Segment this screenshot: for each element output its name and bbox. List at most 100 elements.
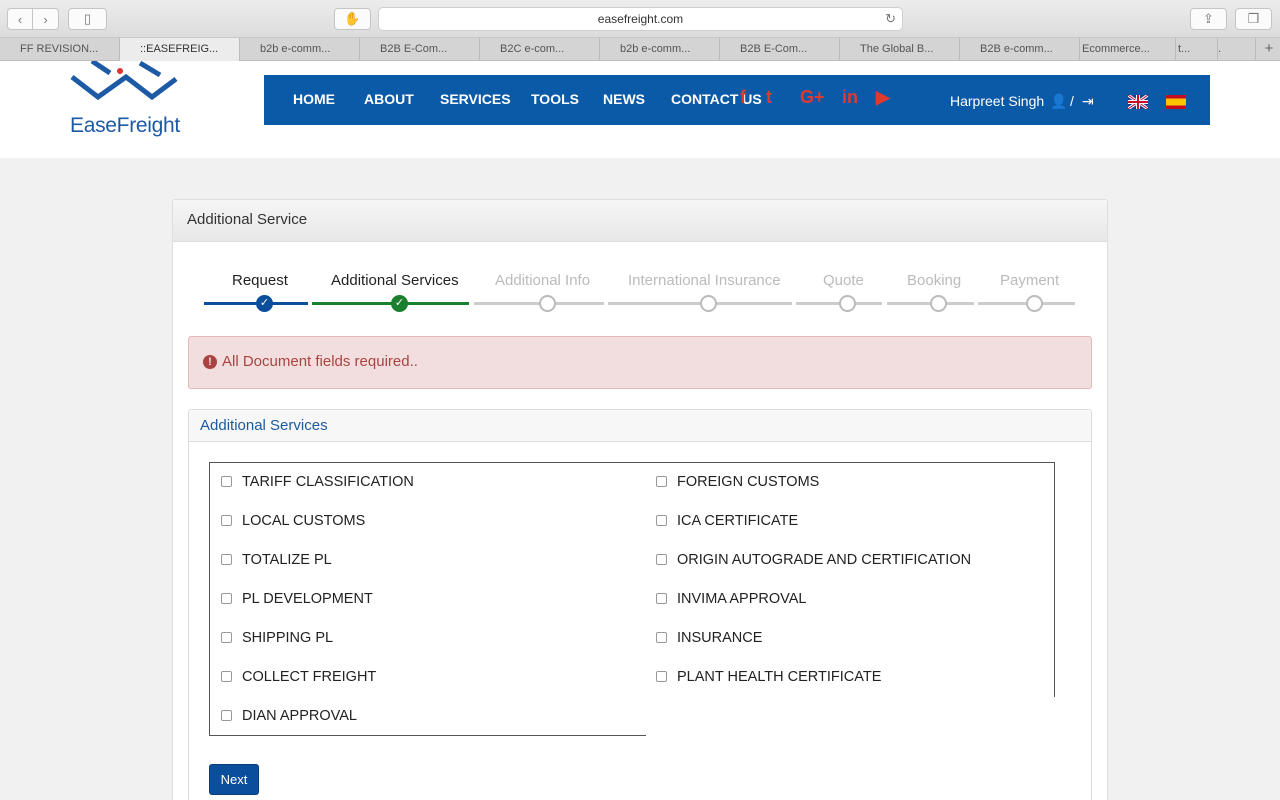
service-local-customs[interactable]: LOCAL CUSTOMS [221,513,365,529]
browser-tab[interactable]: B2B E-Com... [360,38,480,61]
google-plus-icon[interactable]: G+ [800,87,825,108]
nav-about[interactable]: ABOUT [364,75,414,125]
step-booking-label[interactable]: Booking [907,272,961,289]
divider [210,735,646,736]
service-collect-freight[interactable]: COLLECT FREIGHT [221,669,376,685]
divider [1054,463,1055,697]
step-dot-quote [839,295,856,312]
service-label: SHIPPING PL [242,630,334,646]
checkbox[interactable] [221,515,232,526]
forward-button[interactable]: › [33,8,59,30]
service-foreign-customs[interactable]: FOREIGN CUSTOMS [656,474,819,490]
separator: / [1070,93,1074,109]
nav-news[interactable]: NEWS [603,75,645,125]
step-additional-services-label[interactable]: Additional Services [331,272,459,289]
service-invima-approval[interactable]: INVIMA APPROVAL [656,591,806,607]
linkedin-icon[interactable]: in [842,87,858,108]
service-tariff-classification[interactable]: TARIFF CLASSIFICATION [221,474,414,490]
logo-text[interactable]: EaseFreight [70,114,180,138]
checkbox[interactable] [221,593,232,604]
browser-tab[interactable]: t... [1176,38,1218,61]
step-quote-label[interactable]: Quote [823,272,864,289]
browser-tab[interactable]: b2b e-comm... [240,38,360,61]
service-label: PLANT HEALTH CERTIFICATE [677,669,882,685]
checkbox[interactable] [221,476,232,487]
checkbox[interactable] [221,710,232,721]
service-plant-health-certificate[interactable]: PLANT HEALTH CERTIFICATE [656,669,881,685]
service-label: INVIMA APPROVAL [677,591,807,607]
additional-services-section: Additional Services TARIFF CLASSIFICATIO… [188,409,1092,800]
reload-icon[interactable]: ↻ [885,8,896,30]
twitter-icon[interactable]: t [766,87,772,108]
checkbox[interactable] [221,632,232,643]
address-bar[interactable]: easefreight.com ↻ [378,7,903,31]
service-origin-autograde[interactable]: ORIGIN AUTOGRADE AND CERTIFICATION [656,552,971,568]
next-button[interactable]: Next [209,764,259,795]
user-name[interactable]: Harpreet Singh [950,75,1044,127]
step-request-label[interactable]: Request [232,272,288,289]
browser-tab[interactable]: The Global B... [840,38,960,61]
uk-flag-icon[interactable] [1127,93,1149,111]
nav-contact[interactable]: CONTACT US [671,75,762,125]
service-label: DIAN APPROVAL [242,708,357,724]
error-alert: ! All Document fields required.. [188,336,1092,389]
facebook-icon[interactable]: f [740,87,746,108]
nav-home[interactable]: HOME [293,75,335,125]
main-nav: HOME ABOUT SERVICES TOOLS NEWS CONTACT U… [264,75,1210,125]
tabs-icon: ❐ [1247,11,1260,26]
alert-message: All Document fields required.. [222,353,418,370]
additional-service-panel: Additional Service Request Additional Se… [172,199,1108,800]
checkbox[interactable] [656,632,667,643]
browser-tab[interactable]: b2b e-comm... [600,38,720,61]
service-label: LOCAL CUSTOMS [242,513,366,529]
service-ica-certificate[interactable]: ICA CERTIFICATE [656,513,798,529]
extension-button[interactable]: ✋ [334,8,371,30]
service-label: TARIFF CLASSIFICATION [242,474,414,490]
checkbox[interactable] [656,593,667,604]
service-label: INSURANCE [677,630,763,646]
youtube-icon[interactable]: ▶ [876,87,890,108]
browser-toolbar: ‹ › ▯ ✋ easefreight.com ↻ ⇪ ❐ [0,0,1280,38]
services-checklist: TARIFF CLASSIFICATION LOCAL CUSTOMS TOTA… [209,462,1055,736]
browser-tab[interactable]: . [1218,38,1256,61]
checkbox[interactable] [656,554,667,565]
service-totalize-pl[interactable]: TOTALIZE PL [221,552,332,568]
back-button[interactable]: ‹ [7,8,33,30]
logout-icon[interactable]: ⇥ [1082,75,1094,127]
plus-icon: + [1264,40,1274,57]
checkbox[interactable] [221,671,232,682]
share-button[interactable]: ⇪ [1190,8,1227,30]
service-insurance[interactable]: INSURANCE [656,630,762,646]
nav-services[interactable]: SERVICES [440,75,511,125]
checkbox[interactable] [221,554,232,565]
checkbox[interactable] [656,515,667,526]
checkbox[interactable] [656,671,667,682]
service-dian-approval[interactable]: DIAN APPROVAL [221,708,357,724]
check-icon: ✓ [391,295,408,312]
checkbox[interactable] [656,476,667,487]
browser-tab[interactable]: Ecommerce... [1080,38,1176,61]
step-insurance-label[interactable]: International Insurance [628,272,781,289]
service-shipping-pl[interactable]: SHIPPING PL [221,630,333,646]
step-additional-info-label[interactable]: Additional Info [495,272,590,289]
browser-tab[interactable]: FF REVISION... [0,38,120,61]
user-icon[interactable]: 👤 [1050,75,1067,127]
service-label: COLLECT FREIGHT [242,669,377,685]
step-payment-label[interactable]: Payment [1000,272,1059,289]
spain-flag-icon[interactable] [1166,95,1186,109]
browser-tab[interactable]: B2B E-Com... [720,38,840,61]
browser-tab[interactable]: B2C e-com... [480,38,600,61]
hand-icon: ✋ [344,11,361,26]
browser-tab-active[interactable]: ::EASEFREIG... [120,38,240,61]
check-icon: ✓ [256,295,273,312]
service-pl-development[interactable]: PL DEVELOPMENT [221,591,373,607]
nav-tools[interactable]: TOOLS [531,75,579,125]
share-icon: ⇪ [1203,11,1214,26]
new-tab-button[interactable]: + [1258,38,1280,61]
browser-tab[interactable]: B2B e-comm... [960,38,1080,61]
chevron-left-icon: ‹ [17,11,23,27]
tab-overview-button[interactable]: ❐ [1235,8,1272,30]
logo-icon[interactable] [70,58,180,118]
sidebar-toggle-button[interactable]: ▯ [68,8,107,30]
service-label: TOTALIZE PL [242,552,332,568]
